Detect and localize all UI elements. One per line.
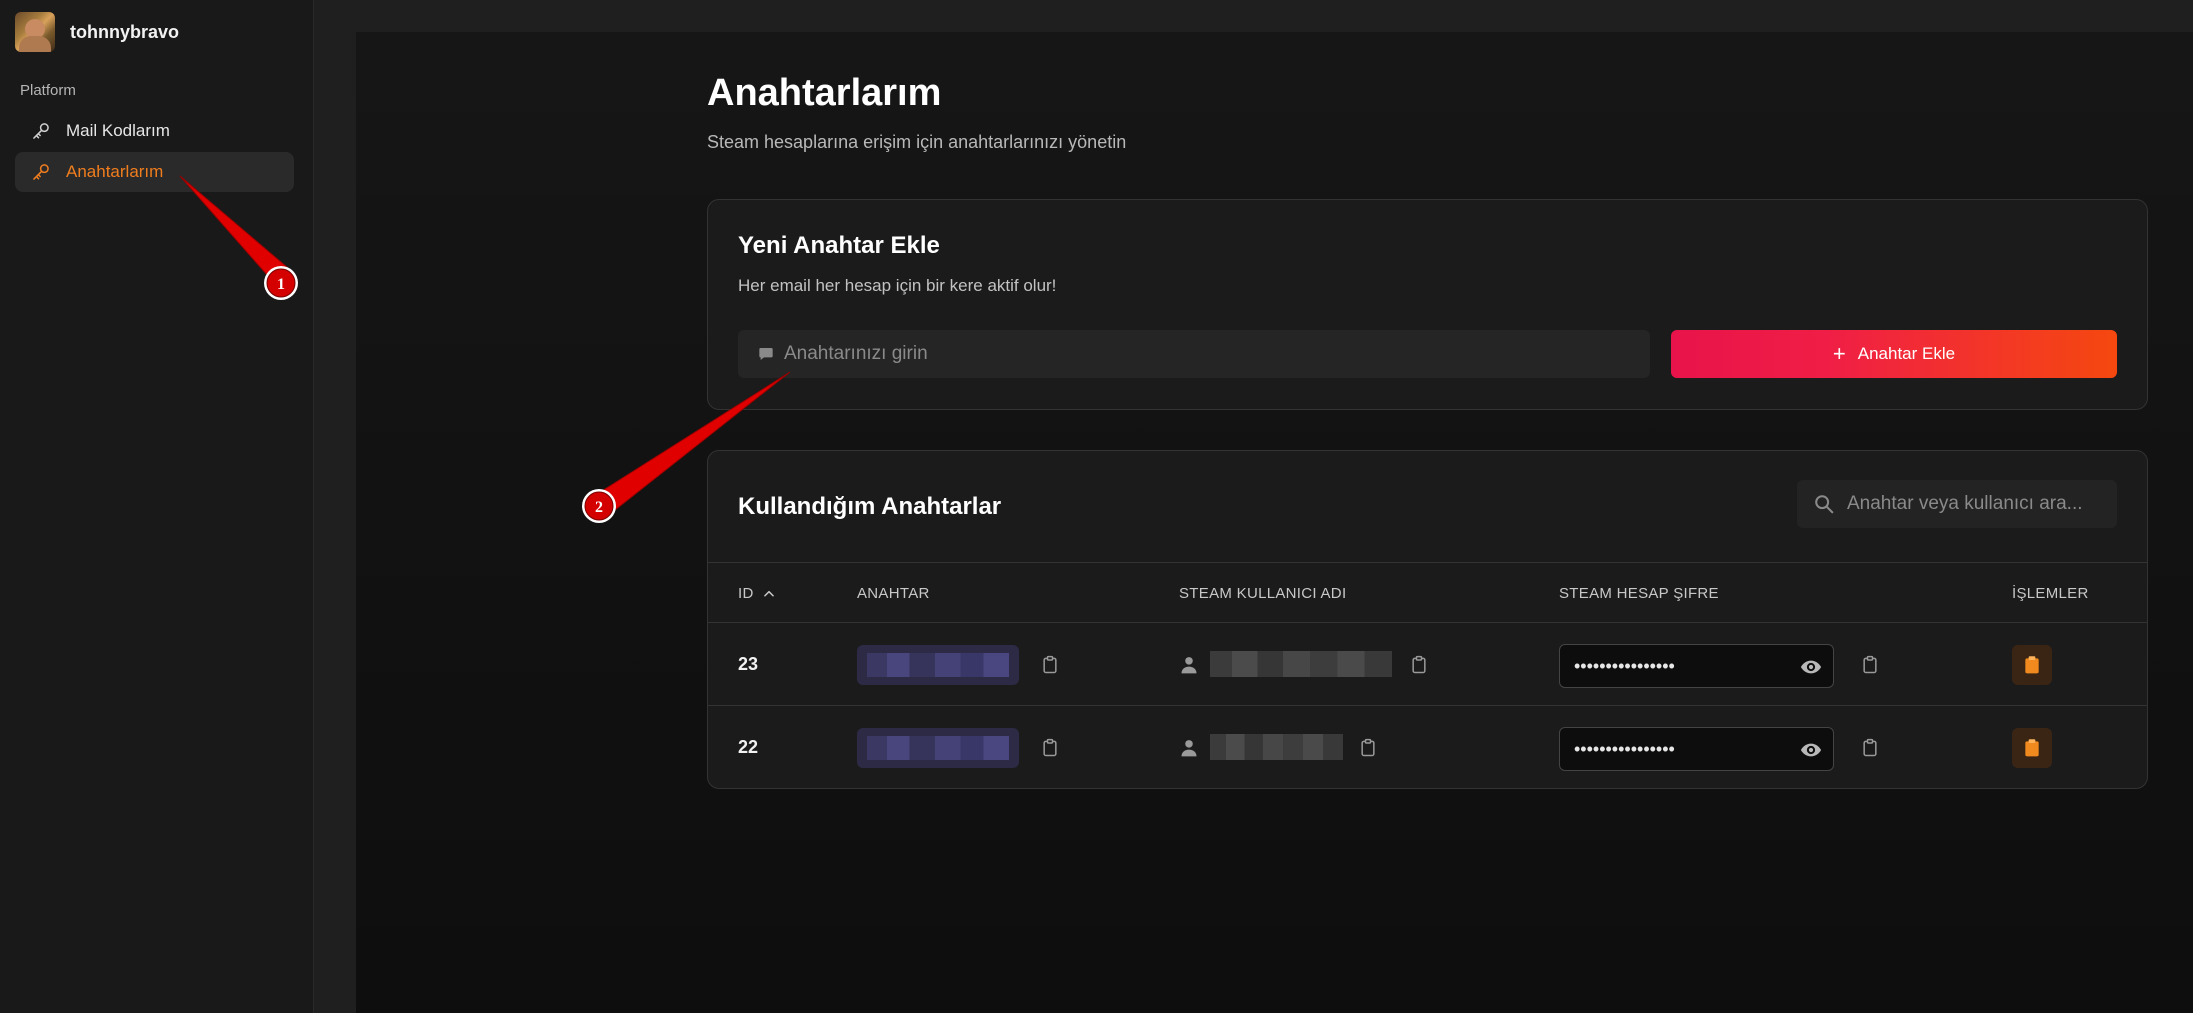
user-icon bbox=[1181, 657, 1197, 674]
add-key-button-label: Anahtar Ekle bbox=[1857, 344, 1956, 363]
user-profile[interactable]: tohnnybravo bbox=[15, 12, 179, 52]
plus-icon: + bbox=[1832, 341, 1846, 366]
key-value-redacted bbox=[857, 645, 1019, 685]
user-icon bbox=[1181, 740, 1197, 757]
key-icon bbox=[33, 123, 49, 139]
table-row: 22 bbox=[708, 706, 2147, 789]
page-title: Anahtarlarım bbox=[707, 72, 942, 114]
row-id: 23 bbox=[738, 654, 759, 674]
key-input-wrapper[interactable] bbox=[738, 330, 1650, 378]
page-subtitle: Steam hesaplarına erişim için anahtarlar… bbox=[707, 132, 1127, 152]
clipboard-icon[interactable] bbox=[1040, 738, 1060, 758]
clipboard-icon bbox=[2025, 739, 2039, 757]
sidebar-section-label: Platform bbox=[20, 82, 76, 99]
add-key-title: Yeni Anahtar Ekle bbox=[738, 232, 940, 259]
eye-icon[interactable] bbox=[1799, 656, 1823, 678]
key-icon bbox=[33, 164, 49, 180]
row-id: 22 bbox=[738, 737, 759, 757]
add-key-button[interactable]: + Anahtar Ekle bbox=[1671, 330, 2117, 378]
clipboard-icon[interactable] bbox=[1860, 738, 1880, 758]
username: tohnnybravo bbox=[70, 21, 180, 42]
column-header-steam-password: STEAM HESAP ŞIFRE bbox=[1559, 585, 1719, 602]
search-input[interactable] bbox=[1847, 493, 2107, 515]
search-icon bbox=[1815, 495, 1834, 514]
steam-username-redacted bbox=[1210, 651, 1392, 677]
sidebar-item-mail-codes[interactable]: Mail Kodlarım bbox=[15, 111, 294, 151]
chevron-up-icon bbox=[763, 590, 774, 597]
table-header: ID ANAHTAR STEAM KULLANICI ADI STEAM HES… bbox=[708, 562, 2147, 623]
clipboard-icon[interactable] bbox=[1409, 655, 1429, 675]
column-header-id[interactable]: ID bbox=[738, 585, 776, 602]
eye-icon[interactable] bbox=[1799, 739, 1823, 761]
sidebar: tohnnybravo Platform Mail Kodlarım Anaht… bbox=[0, 0, 314, 1013]
add-key-description: Her email her hesap için bir kere aktif … bbox=[738, 276, 1057, 295]
steam-password-field[interactable] bbox=[1559, 727, 1834, 771]
key-input[interactable] bbox=[784, 343, 1624, 365]
table-row: 23 bbox=[708, 623, 2147, 706]
steam-username-redacted bbox=[1210, 734, 1343, 760]
search-wrapper[interactable] bbox=[1797, 480, 2117, 528]
column-header-actions: İŞLEMLER bbox=[2012, 585, 2089, 602]
used-keys-title: Kullandığım Anahtarlar bbox=[738, 493, 1002, 520]
add-key-card: Yeni Anahtar Ekle Her email her hesap iç… bbox=[707, 199, 2148, 410]
sidebar-item-label: Mail Kodlarım bbox=[66, 121, 170, 140]
sidebar-item-my-keys[interactable]: Anahtarlarım bbox=[15, 152, 294, 192]
avatar bbox=[15, 12, 55, 52]
used-keys-card: Kullandığım Anahtarlar ID ANAHTAR STEAM … bbox=[707, 450, 2148, 789]
clipboard-icon bbox=[2025, 656, 2039, 674]
chat-bubble-icon bbox=[759, 348, 773, 360]
column-header-steam-username: STEAM KULLANICI ADI bbox=[1179, 585, 1347, 602]
steam-password-field[interactable] bbox=[1559, 644, 1834, 688]
copy-all-button[interactable] bbox=[2012, 728, 2052, 768]
clipboard-icon[interactable] bbox=[1860, 655, 1880, 675]
password-mask[interactable] bbox=[1574, 655, 1784, 677]
column-header-key: ANAHTAR bbox=[857, 585, 930, 602]
password-mask[interactable] bbox=[1574, 738, 1784, 760]
clipboard-icon[interactable] bbox=[1040, 655, 1060, 675]
key-value-redacted bbox=[857, 728, 1019, 768]
copy-all-button[interactable] bbox=[2012, 645, 2052, 685]
clipboard-icon[interactable] bbox=[1358, 738, 1378, 758]
sidebar-item-label: Anahtarlarım bbox=[66, 162, 164, 181]
